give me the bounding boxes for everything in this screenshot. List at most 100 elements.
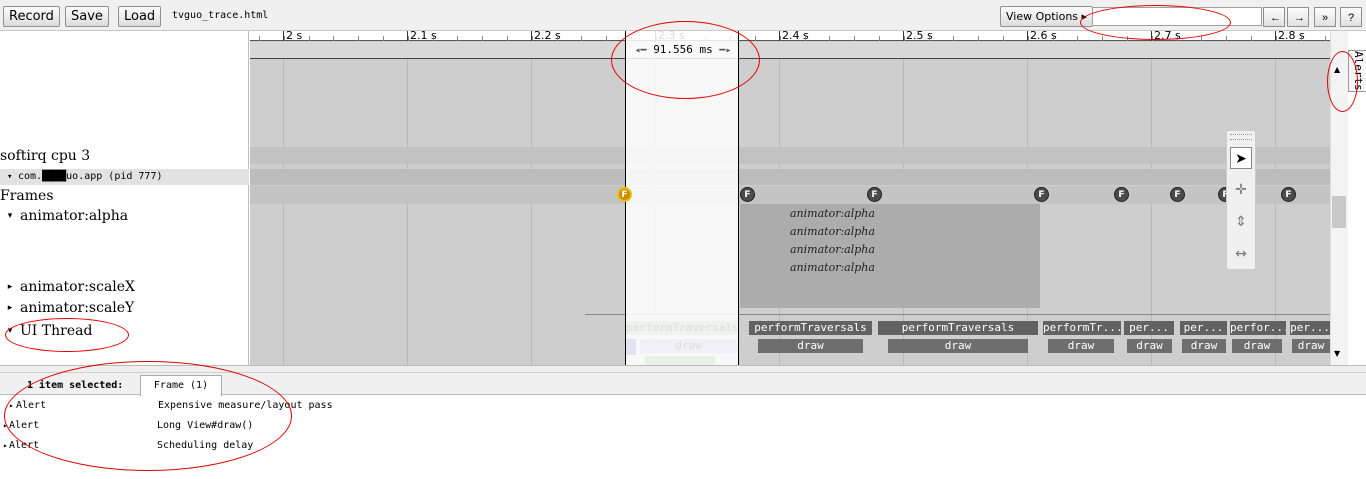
- ruler-minor-tick: [557, 36, 558, 41]
- grid-line: [407, 59, 408, 365]
- slice-perform-traversals[interactable]: perfor...: [1230, 321, 1286, 335]
- alert-description: Expensive measure/layout pass: [158, 400, 333, 411]
- ruler-minor-tick: [259, 36, 260, 41]
- process-track-header: [250, 169, 1330, 185]
- track-label-animator-scalex: animator:scaleX: [20, 279, 136, 295]
- collapse-triangle-icon[interactable]: ▾: [7, 172, 12, 182]
- ruler-minor-tick: [1177, 36, 1178, 41]
- ruler-minor-tick: [433, 36, 434, 41]
- slice-perform-traversals[interactable]: per...: [1180, 321, 1227, 335]
- scroll-down-icon[interactable]: ▼: [1334, 349, 1340, 358]
- ruler-minor-tick: [606, 36, 607, 41]
- drag-handle[interactable]: [1230, 134, 1252, 140]
- help-button[interactable]: ?: [1340, 7, 1362, 27]
- track-ui-thread[interactable]: ▾ UI Thread: [0, 323, 93, 339]
- alert-row[interactable]: ▸ Alert Long View#draw(): [0, 418, 800, 436]
- frame-marker[interactable]: F: [1170, 187, 1185, 202]
- slice-draw[interactable]: draw: [1127, 339, 1172, 353]
- collapse-button[interactable]: »: [1314, 7, 1336, 27]
- ruler-minor-tick: [1325, 36, 1326, 41]
- prev-result-button[interactable]: ←: [1263, 7, 1285, 27]
- expand-triangle-icon[interactable]: ▾: [0, 211, 20, 221]
- slice-draw[interactable]: draw: [1292, 339, 1330, 353]
- ruler-minor-tick: [1152, 36, 1153, 41]
- view-options-button[interactable]: View Options ▸: [1000, 6, 1094, 27]
- time-ruler[interactable]: 2 s2.1 s2.2 s2.3 s2.4 s2.5 s2.6 s2.7 s2.…: [250, 31, 1330, 41]
- ruler-minor-tick: [482, 36, 483, 41]
- ruler-minor-tick: [1053, 36, 1054, 41]
- slice-draw[interactable]: draw: [1048, 339, 1114, 353]
- slice-perform-traversals[interactable]: performTraversals: [878, 321, 1038, 335]
- ruler-minor-tick: [929, 36, 930, 41]
- ruler-minor-tick: [1077, 36, 1078, 41]
- slice-draw[interactable]: draw: [1182, 339, 1226, 353]
- frame-marker[interactable]: F: [1034, 187, 1049, 202]
- alert-row[interactable]: ▸ Alert Expensive measure/layout pass: [0, 398, 800, 416]
- expand-triangle-icon[interactable]: ▸: [9, 401, 14, 410]
- ruler-minor-tick: [854, 36, 855, 41]
- timeline-view[interactable]: 2 s2.1 s2.2 s2.3 s2.4 s2.5 s2.6 s2.7 s2.…: [250, 31, 1330, 365]
- track-label-animator-scaley: animator:scaleY: [20, 300, 135, 316]
- track-animator-scaley[interactable]: ▸ animator:scaleY: [0, 300, 135, 316]
- slice-perform-traversals[interactable]: per...: [1290, 321, 1330, 335]
- slice-perform-traversals[interactable]: performTr...: [1043, 321, 1121, 335]
- tab-frame[interactable]: Frame (1): [140, 375, 222, 396]
- measurement-label: ◂━ 91.556 ms ━▸: [626, 43, 740, 56]
- expand-triangle-icon[interactable]: ▸: [3, 441, 8, 450]
- expand-triangle-icon[interactable]: ▸: [3, 421, 8, 430]
- ruler-tick-label: 2 s: [286, 31, 303, 42]
- slice-draw[interactable]: draw: [1232, 339, 1282, 353]
- ruler-minor-tick: [879, 36, 880, 41]
- ruler-minor-tick: [1102, 36, 1103, 41]
- track-animator-scalex[interactable]: ▸ animator:scaleX: [0, 279, 135, 295]
- search-input[interactable]: [1092, 7, 1262, 26]
- frame-marker[interactable]: F: [867, 187, 882, 202]
- expand-triangle-icon[interactable]: ▸: [0, 303, 20, 313]
- load-button[interactable]: Load: [118, 6, 162, 27]
- slice-perform-traversals[interactable]: per...: [1124, 321, 1174, 335]
- next-result-button[interactable]: →: [1287, 7, 1309, 27]
- pan-tool-icon[interactable]: ✛: [1230, 179, 1252, 201]
- frame-marker-selected[interactable]: F: [617, 187, 632, 202]
- ruler-minor-tick: [284, 36, 285, 41]
- save-button[interactable]: Save: [65, 6, 109, 27]
- frame-marker[interactable]: F: [1281, 187, 1296, 202]
- panel-splitter[interactable]: [0, 365, 1366, 373]
- alert-row[interactable]: ▸ Alert Scheduling delay: [0, 438, 800, 456]
- animator-alpha-slice[interactable]: [740, 204, 1040, 308]
- alerts-tab[interactable]: Alerts: [1348, 50, 1366, 92]
- alert-description: Scheduling delay: [157, 440, 254, 451]
- grid-line: [283, 59, 284, 365]
- process-header[interactable]: ▾ com.████uo.app (pid 777): [0, 169, 249, 185]
- vertical-scrollbar[interactable]: ▲ ▼: [1330, 31, 1348, 365]
- expand-triangle-icon[interactable]: ▾: [0, 326, 20, 336]
- track-label-animator-alpha: animator:alpha: [20, 208, 129, 224]
- measurement-band[interactable]: [250, 42, 1330, 59]
- timing-tool-icon[interactable]: ↔: [1230, 243, 1252, 265]
- alert-type: Alert: [9, 420, 40, 431]
- expand-triangle-icon[interactable]: ▸: [0, 282, 20, 292]
- slice-perform-traversals[interactable]: performTraversals: [749, 321, 872, 335]
- process-label: com.████uo.app (pid 777): [18, 171, 163, 182]
- arrow-left-icon: ◂━: [634, 45, 647, 56]
- slice-draw[interactable]: draw: [758, 339, 863, 353]
- analysis-header: 1 item selected: Frame (1): [0, 373, 1366, 396]
- ruler-minor-tick: [309, 36, 310, 41]
- scroll-up-icon[interactable]: ▲: [1334, 65, 1340, 74]
- track-animator-alpha[interactable]: ▾ animator:alpha: [0, 208, 128, 224]
- frame-marker[interactable]: F: [740, 187, 755, 202]
- grid-line: [1151, 59, 1152, 365]
- ruler-minor-tick: [1276, 36, 1277, 41]
- ruler-minor-tick: [1028, 36, 1029, 41]
- frame-marker[interactable]: F: [1114, 187, 1129, 202]
- time-selection-region[interactable]: ◂━ 91.556 ms ━▸: [625, 31, 739, 365]
- ruler-minor-tick: [408, 36, 409, 41]
- ruler-minor-tick: [507, 36, 508, 41]
- alert-type: Alert: [16, 400, 47, 411]
- zoom-tool-icon[interactable]: ⇕: [1230, 211, 1252, 233]
- record-button[interactable]: Record: [3, 6, 60, 27]
- slice-draw[interactable]: draw: [888, 339, 1028, 353]
- selection-tool-icon[interactable]: ➤: [1230, 147, 1252, 169]
- track-label-frames: Frames: [0, 188, 54, 204]
- scrollbar-thumb[interactable]: [1332, 196, 1346, 228]
